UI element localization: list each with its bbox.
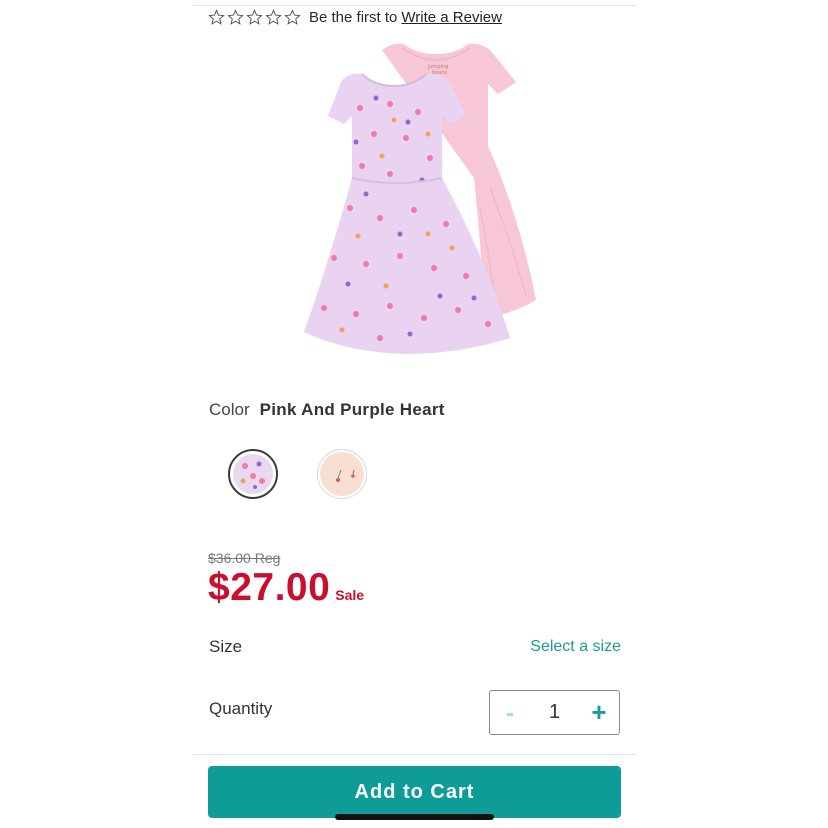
quantity-stepper: - 1 +: [489, 690, 620, 735]
sale-price: $27.00: [208, 566, 331, 609]
sale-label: Sale: [335, 587, 365, 603]
quantity-decrease-button[interactable]: -: [490, 691, 530, 734]
select-size-link[interactable]: Select a size: [530, 638, 621, 656]
color-value: Pink And Purple Heart: [259, 400, 445, 419]
quantity-value[interactable]: 1: [530, 701, 579, 724]
swatch-peach-cherry[interactable]: [317, 449, 367, 499]
size-label: Size: [209, 637, 243, 656]
regular-price: $36.00 Reg: [208, 550, 281, 566]
product-detail-page: Be the first to Write a Review jumping b…: [0, 0, 828, 828]
star-empty-icon: [227, 8, 244, 25]
bottom-divider: [193, 754, 636, 755]
swatch-pink-purple-heart[interactable]: [228, 449, 278, 499]
add-to-cart-button[interactable]: Add to Cart: [208, 766, 621, 818]
quantity-label: Quantity: [209, 699, 273, 718]
rating-prompt: Be the first to: [309, 8, 398, 26]
star-empty-icon: [265, 8, 282, 25]
star-empty-icon: [208, 8, 225, 25]
write-review-link[interactable]: Write a Review: [401, 9, 502, 26]
home-indicator[interactable]: [335, 814, 494, 820]
swatch-heart-pattern-icon: [233, 454, 273, 494]
star-empty-icon: [246, 8, 263, 25]
color-row: Color Pink And Purple Heart: [209, 400, 445, 420]
color-label: Color: [209, 400, 250, 419]
star-rating: [208, 8, 301, 26]
swatch-cherry-pattern-icon: [320, 452, 364, 496]
dress-image: jumping beans: [304, 43, 536, 354]
sale-price-row: $27.00 Sale: [208, 566, 364, 610]
quantity-increase-button[interactable]: +: [579, 691, 619, 734]
rating-row: Be the first to Write a Review: [208, 6, 502, 28]
star-empty-icon: [284, 8, 301, 25]
